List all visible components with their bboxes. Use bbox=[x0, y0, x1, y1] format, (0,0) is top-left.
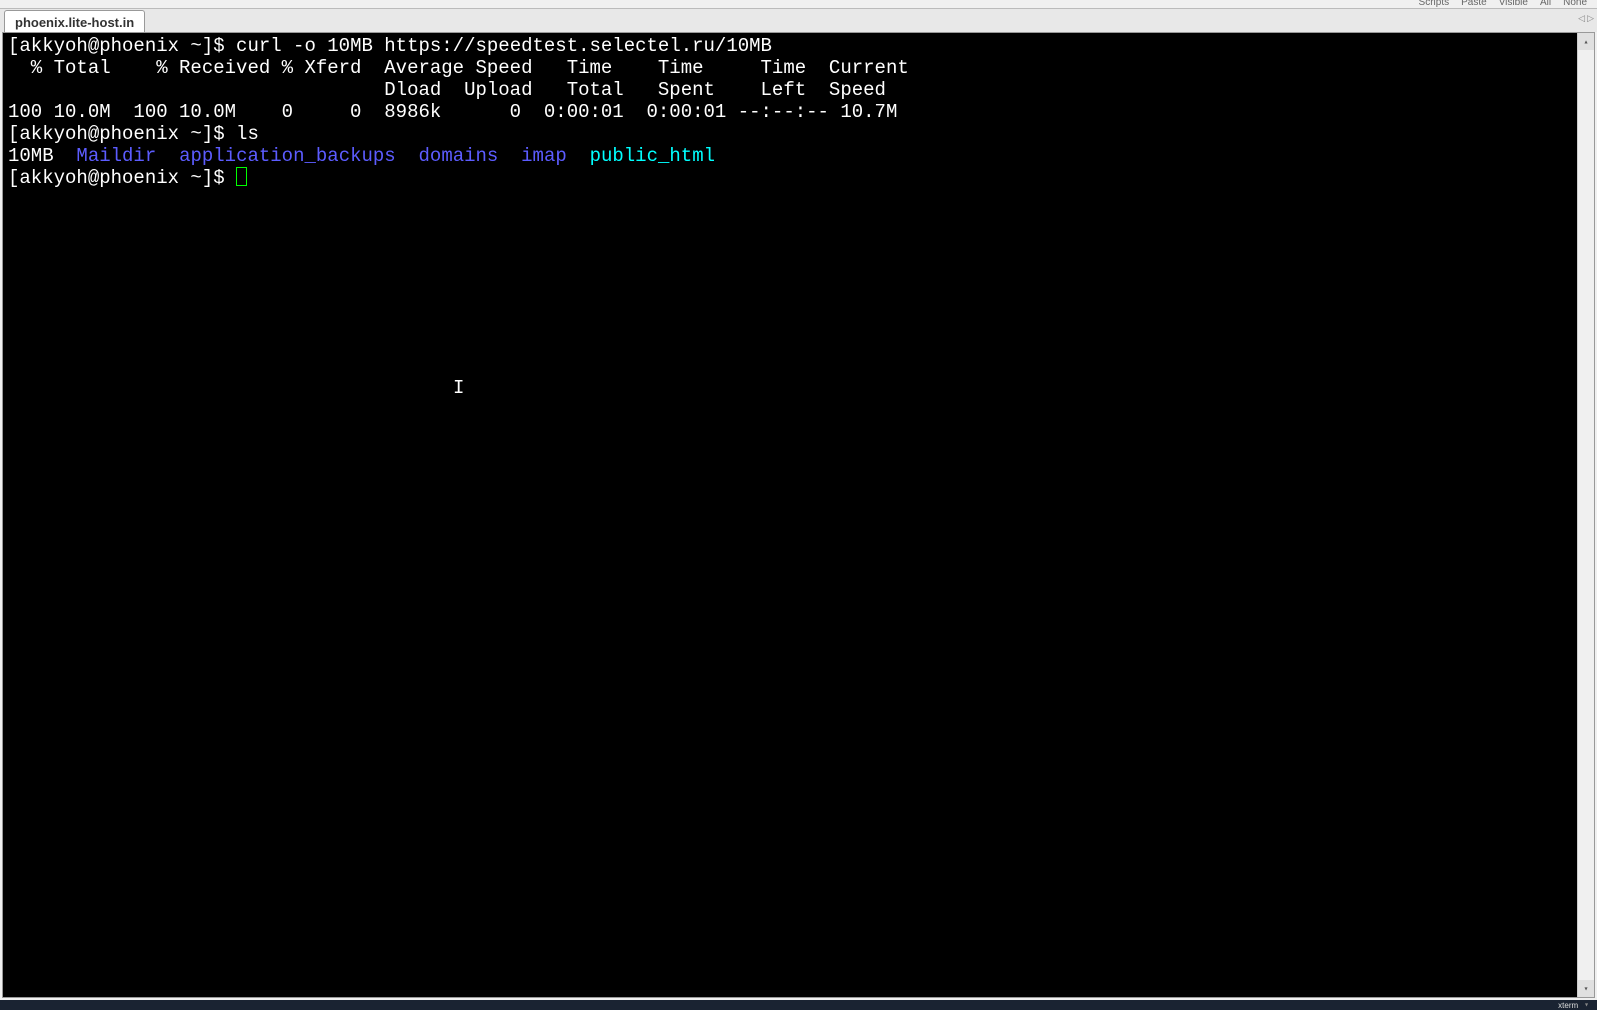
visible-button[interactable]: Visible bbox=[1495, 0, 1532, 6]
terminal-line: [akkyoh@phoenix ~]$ ls bbox=[8, 123, 1572, 145]
terminal-line: 100 10.0M 100 10.0M 0 0 8986k 0 0:00:01 … bbox=[8, 101, 1572, 123]
tab-prev-icon[interactable]: ◁ bbox=[1577, 13, 1586, 24]
tab-nav-arrows: ◁ ▷ bbox=[1577, 13, 1595, 24]
scroll-up-icon[interactable]: ▴ bbox=[1578, 33, 1594, 50]
ls-directory: domains bbox=[419, 145, 499, 167]
scrollbar[interactable]: ▴ ▾ bbox=[1577, 33, 1594, 997]
shell-prompt: [akkyoh@phoenix ~]$ bbox=[8, 123, 236, 145]
tab-label: phoenix.lite-host.in bbox=[15, 15, 134, 30]
ls-file: 10MB bbox=[8, 145, 54, 167]
scroll-track[interactable] bbox=[1578, 50, 1594, 980]
none-button[interactable]: None bbox=[1559, 0, 1591, 6]
status-bar: xterm ▾ bbox=[0, 1000, 1597, 1010]
status-encoding: xterm bbox=[1558, 1001, 1578, 1010]
terminal-line: [akkyoh@phoenix ~]$ bbox=[8, 167, 1572, 189]
tab-session[interactable]: phoenix.lite-host.in bbox=[4, 10, 145, 32]
tab-bar: phoenix.lite-host.in ◁ ▷ bbox=[0, 8, 1597, 32]
paste-button[interactable]: Paste bbox=[1457, 0, 1491, 6]
ls-directory: imap bbox=[521, 145, 567, 167]
tab-next-icon[interactable]: ▷ bbox=[1586, 13, 1595, 24]
ls-symlink: public_html bbox=[590, 145, 715, 167]
all-button[interactable]: All bbox=[1536, 0, 1555, 6]
text-caret-icon bbox=[453, 377, 455, 397]
ls-directory: Maildir bbox=[76, 145, 156, 167]
chevron-down-icon[interactable]: ▾ bbox=[1584, 1000, 1589, 1010]
ls-directory: application_backups bbox=[179, 145, 396, 167]
shell-prompt: [akkyoh@phoenix ~]$ bbox=[8, 167, 236, 189]
scripts-button[interactable]: Scripts bbox=[1415, 0, 1454, 6]
terminal-line: [akkyoh@phoenix ~]$ curl -o 10MB https:/… bbox=[8, 35, 1572, 57]
terminal-container: [akkyoh@phoenix ~]$ curl -o 10MB https:/… bbox=[2, 32, 1595, 998]
command-text: ls bbox=[236, 123, 259, 145]
terminal-line: % Total % Received % Xferd Average Speed… bbox=[8, 57, 1572, 79]
terminal-line: 10MB Maildir application_backups domains… bbox=[8, 145, 1572, 167]
scroll-down-icon[interactable]: ▾ bbox=[1578, 980, 1594, 997]
shell-prompt: [akkyoh@phoenix ~]$ bbox=[8, 35, 236, 57]
terminal[interactable]: [akkyoh@phoenix ~]$ curl -o 10MB https:/… bbox=[3, 33, 1577, 997]
terminal-line: Dload Upload Total Spent Left Speed bbox=[8, 79, 1572, 101]
command-text: curl -o 10MB https://speedtest.selectel.… bbox=[236, 35, 772, 57]
cursor-icon bbox=[236, 167, 247, 186]
top-toolbar: Scripts Paste Visible All None bbox=[1415, 0, 1597, 8]
